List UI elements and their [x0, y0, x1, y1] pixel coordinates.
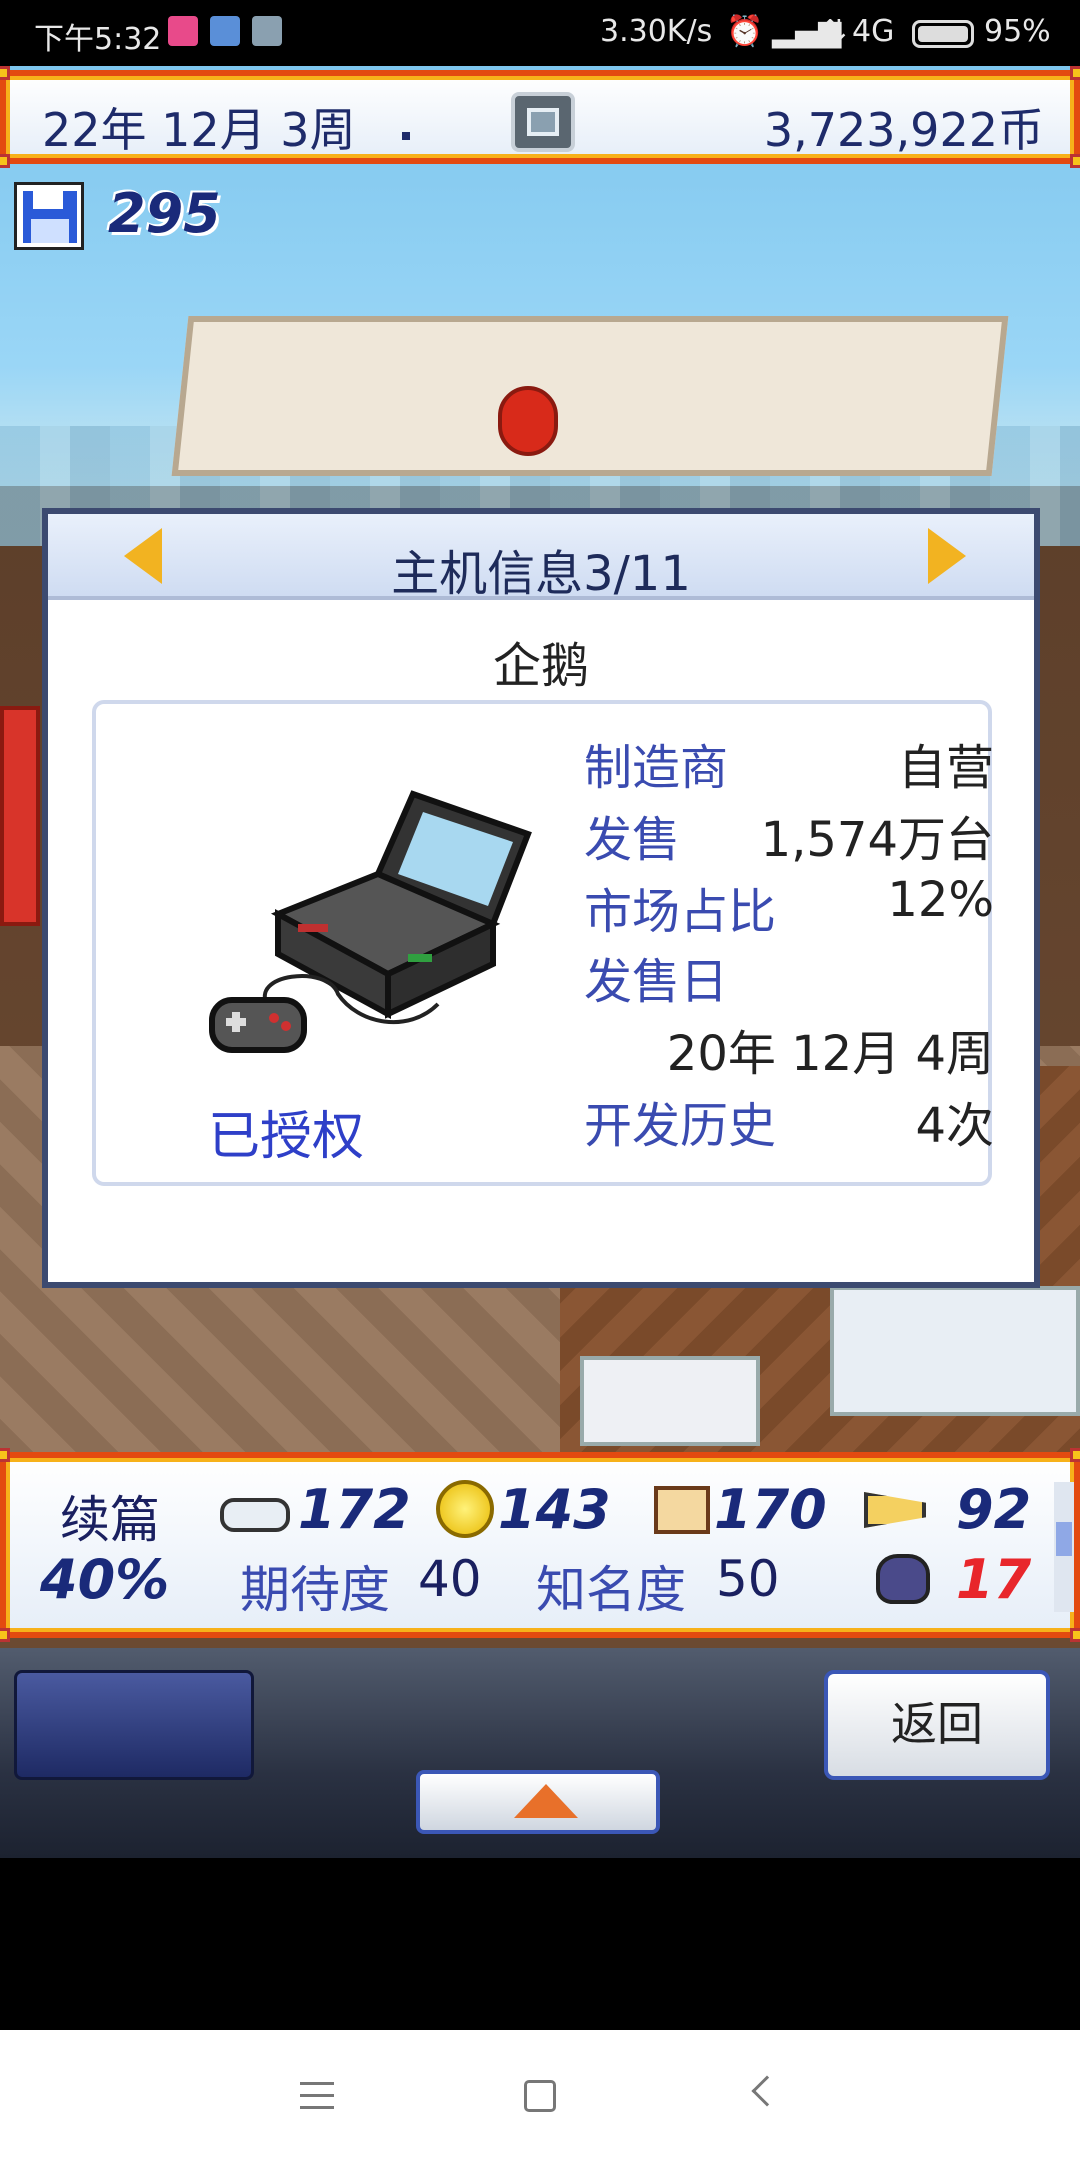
money-counter: 3,723,922币: [763, 103, 1044, 157]
manufacturer-value: 自营: [897, 740, 994, 796]
empty-slot[interactable]: [14, 1670, 254, 1780]
home-icon[interactable]: [524, 2080, 556, 2112]
bug-icon: [876, 1554, 930, 1604]
top-info-bar: 22年 12月 3周 3,723,922币: [0, 66, 1080, 168]
network-type: 4G: [852, 14, 895, 49]
manufacturer-label: 制造商: [584, 740, 729, 796]
next-arrow-icon[interactable]: [928, 528, 966, 584]
sequel-label: 续篇: [60, 1491, 160, 1549]
bugs-value: 17: [956, 1548, 1032, 1611]
sound-value: 92: [956, 1478, 1032, 1541]
stats-scrollbar[interactable]: [1054, 1482, 1074, 1612]
notification-icon: [168, 16, 198, 46]
date-dot: [402, 132, 410, 140]
menu-button[interactable]: [511, 92, 575, 152]
console-name: 企鹅: [492, 638, 589, 694]
units-sold-label: 发售: [584, 812, 681, 868]
console-icon: [209, 790, 532, 1053]
menu-icon[interactable]: [300, 2082, 334, 2112]
back-button[interactable]: 返回: [824, 1670, 1050, 1780]
game-stats-bar[interactable]: 续篇 40% 172 143 170 92 期待度 40 知名度 50 17: [0, 1448, 1080, 1642]
building-roof: [171, 316, 1009, 476]
lantern-icon: [498, 386, 558, 456]
battery-icon: [912, 20, 974, 48]
fame-value: 50: [716, 1550, 780, 1608]
desk: [580, 1356, 760, 1446]
status-bar: 下午5:32 3.30K/s ⏰ ▂▄▆ ⇅ 4G 95%: [0, 0, 1080, 66]
trumpet-icon: [864, 1492, 926, 1528]
fun-value: 172: [298, 1478, 411, 1541]
market-share-value: 12%: [887, 872, 994, 928]
control-panel: 返回: [0, 1648, 1080, 1858]
expectation-value: 40: [418, 1550, 482, 1608]
dialog-header: 主机信息3/11: [48, 514, 1034, 602]
units-sold-value: 1,574万台: [760, 812, 994, 868]
expectation-label: 期待度: [240, 1561, 390, 1619]
net-speed: 3.30K/s: [600, 14, 713, 49]
battery-level: 95%: [984, 14, 1051, 49]
dev-history-label: 开发历史: [584, 1098, 777, 1154]
game-date: 22年 12月 3周: [42, 103, 356, 157]
license-status: 已授权: [208, 1107, 365, 1167]
graphics-value: 170: [714, 1478, 827, 1541]
sequel-percent: 40%: [40, 1548, 170, 1611]
app-icon: [210, 16, 240, 46]
system-nav-bar: [0, 2030, 1080, 2160]
market-share-label: 市场占比: [584, 884, 777, 940]
bulb-icon: [436, 1480, 494, 1538]
dialog-title: 主机信息3/11: [391, 546, 691, 602]
back-icon[interactable]: [751, 2075, 783, 2107]
painting-icon: [654, 1486, 710, 1534]
app-icon: [252, 16, 282, 46]
release-date-label: 发售日: [584, 954, 729, 1010]
console-info-dialog: 主机信息3/11 企鹅 已授权 制造商 自营 发售 1,574万台 市场占比 1…: [42, 508, 1040, 1288]
fame-label: 知名度: [536, 1561, 686, 1619]
gamepad-icon: [220, 1498, 290, 1532]
floppy-disk-icon: [14, 182, 84, 250]
expand-button[interactable]: [416, 1770, 660, 1834]
release-date-value: 20年 12月 4周: [666, 1026, 994, 1082]
status-time: 下午5:32: [34, 22, 162, 57]
shelf: [830, 1286, 1080, 1416]
window-icon: [527, 108, 559, 136]
alarm-icon: ⏰: [726, 14, 764, 49]
vending-machine: [0, 706, 40, 926]
creativity-value: 143: [498, 1478, 611, 1541]
up-arrow-icon: [514, 1784, 578, 1818]
dev-history-value: 4次: [915, 1098, 994, 1154]
research-points: 295: [108, 182, 221, 245]
data-icon: ⇅: [822, 14, 848, 49]
